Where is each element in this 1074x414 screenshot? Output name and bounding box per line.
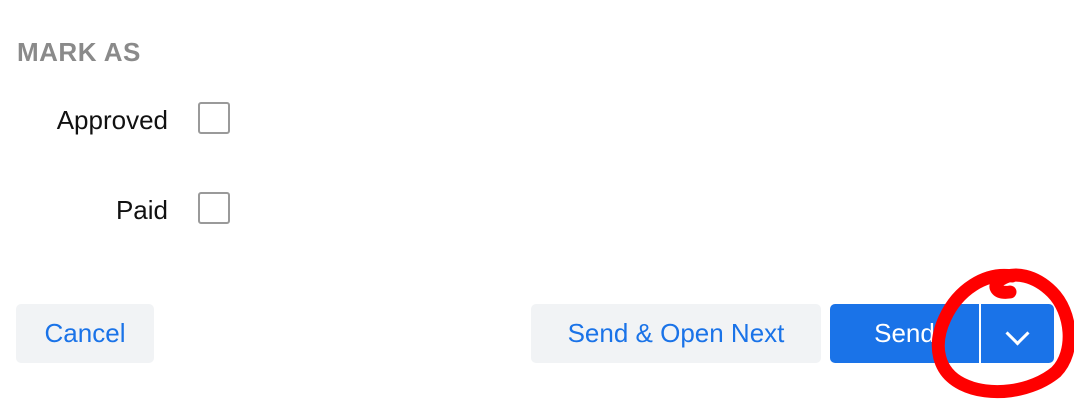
chevron-down-icon [1005,321,1030,346]
send-button[interactable]: Send [830,304,979,363]
approved-row: Approved [0,100,260,140]
paid-row: Paid [0,190,260,230]
paid-label: Paid [115,195,168,225]
approved-label: Approved [56,105,168,135]
paid-checkbox[interactable] [198,192,230,224]
send-options-dropdown-button[interactable] [981,304,1054,363]
send-and-open-next-button[interactable]: Send & Open Next [531,304,821,363]
cancel-button[interactable]: Cancel [16,304,154,363]
approved-checkbox[interactable] [198,102,230,134]
mark-as-heading: MARK AS [17,37,141,67]
